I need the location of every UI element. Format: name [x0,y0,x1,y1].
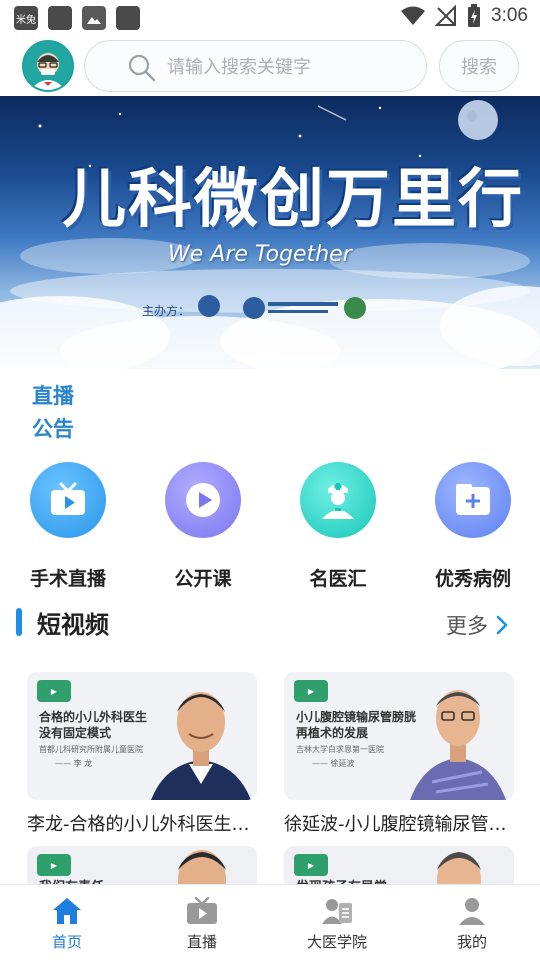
nav-academy[interactable]: 大医学院 [287,895,387,952]
quick-link-label: 优秀病例 [434,568,511,590]
banner-title: 儿科微创万里行 [62,163,524,237]
thumb-text: 小儿腹腔镜输尿管膀胱 [296,710,417,724]
video-card[interactable]: ▶ 合格的小儿外科医生 没有固定模式 首都儿科研究所附属儿童医院 —— 李 龙 … [27,672,257,836]
notice-area: 直播 公告 [32,380,74,446]
quick-link-surgery-live[interactable]: 手术直播 [13,462,123,591]
video-thumbnail: ▶ 合格的小儿外科医生 没有固定模式 首都儿科研究所附属儿童医院 —— 李 龙 [27,672,257,800]
show-logo-icon: ▶ [37,680,71,702]
profile-icon [422,895,522,927]
nav-home[interactable]: 首页 [17,895,117,952]
tv-icon [30,462,106,538]
section-title: 短视频 [37,611,109,639]
video-thumbnail: ▶ 小儿腹腔镜输尿管膀胱 再植术的发展 吉林大学白求恩第一医院 —— 徐延波 [284,672,514,800]
search-icon [128,54,156,82]
live-tv-icon [152,895,252,927]
video-card[interactable]: ▶ 小儿腹腔镜输尿管膀胱 再植术的发展 吉林大学白求恩第一医院 —— 徐延波 徐… [284,672,514,836]
quick-link-excellent-cases[interactable]: 优秀病例 [418,462,528,591]
speaker-portrait [410,690,506,800]
quick-link-label: 手术直播 [29,568,106,590]
case-folder-icon [435,462,511,538]
quick-link-label: 名医汇 [309,568,367,590]
academy-icon [287,895,387,927]
nav-label: 大医学院 [306,933,367,951]
show-logo-icon: ▶ [294,854,328,876]
quick-link-label: 公开课 [174,568,232,590]
nav-label: 首页 [51,933,82,951]
video-card-partial[interactable]: ▶ 我们有责任 [27,846,257,886]
show-logo-icon: ▶ [294,680,328,702]
status-bar: 米兔 3:06 [0,0,540,36]
search-button[interactable]: 搜索 [439,40,519,92]
no-signal-icon [435,5,457,26]
clock: 3:06 [491,5,528,26]
play-icon [165,462,241,538]
notice-announcement[interactable]: 公告 [32,413,74,446]
quick-link-famous-doctors[interactable]: 名医汇 [283,462,393,591]
nav-live[interactable]: 直播 [152,895,252,952]
promo-banner[interactable]: 儿科微创万里行 We Are Together 主办方： [0,96,540,369]
search-box[interactable] [84,40,427,92]
more-label: 更多 [446,614,488,638]
home-icon [17,895,117,927]
thumb-text: —— 李 龙 [55,759,93,768]
speaker-portrait [178,850,226,886]
doctor-icon [300,462,376,538]
video-title: 徐延波-小儿腹腔镜输尿管膀胱再植术的发展 [284,814,514,835]
video-title: 李龙-合格的小儿外科医生没有固定模式 [27,814,257,835]
thumb-text: —— 徐延波 [312,759,355,768]
nav-profile[interactable]: 我的 [422,895,522,952]
video-card-partial[interactable]: ▶ 发现孩子有异常 [284,846,514,886]
notice-live[interactable]: 直播 [32,380,74,413]
speaker-portrait [151,692,251,800]
search-input[interactable] [167,53,407,81]
bottom-nav: 首页 直播 大医学院 我的 [0,884,540,960]
nav-label: 我的 [456,933,487,951]
nav-label: 直播 [186,933,217,951]
more-link[interactable]: 更多 [446,610,508,640]
quick-link-open-class[interactable]: 公开课 [148,462,258,591]
notification-square-icon [48,6,72,30]
thumb-text: 没有固定模式 [39,726,112,740]
top-header: 搜索 [0,36,540,96]
banner-pager-indicator [258,354,280,359]
banner-subtitle: We Are Together [168,242,352,267]
chevron-right-icon [496,615,508,635]
thumb-text: 再植术的发展 [296,726,369,740]
battery-charging-icon [468,4,481,27]
section-accent-bar [16,608,22,636]
thumb-text: 吉林大学白求恩第一医院 [296,745,384,754]
user-avatar[interactable] [22,40,74,92]
notification-square-icon-2 [116,6,140,30]
thumb-text: 首都儿科研究所附属儿童医院 [39,745,143,754]
thumb-text: 合格的小儿外科医生 [39,710,148,724]
show-logo-icon: ▶ [37,854,71,876]
wifi-icon [401,6,426,25]
image-notification-icon [82,6,106,30]
carrier-badge: 米兔 [14,6,38,30]
banner-host-label: 主办方： [142,304,191,318]
speaker-portrait [437,852,481,886]
